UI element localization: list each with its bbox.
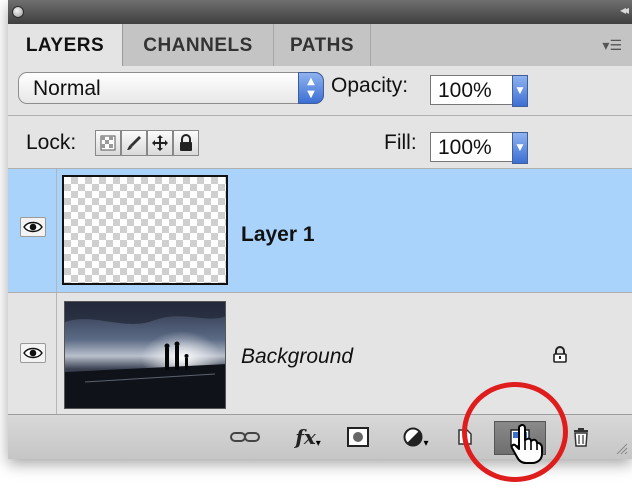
blend-mode-stepper-icon[interactable]: ▲ ▼ — [298, 72, 324, 104]
adjustment-layer-icon[interactable]: ▾ — [398, 425, 434, 449]
eye-icon[interactable] — [20, 343, 46, 363]
collapse-panel-icon[interactable]: ◂◂ — [620, 3, 629, 17]
panel-title-bar: ◂◂ — [8, 0, 632, 24]
background-photo-thumbnail — [64, 301, 226, 409]
layer-lock-icon — [553, 346, 567, 368]
layer-style-fx-icon[interactable]: fx ▾ — [290, 425, 326, 449]
add-mask-icon[interactable] — [346, 425, 370, 449]
fill-label: Fill: — [384, 131, 417, 154]
visibility-cell[interactable] — [8, 169, 57, 292]
link-layers-icon[interactable] — [228, 425, 262, 449]
tab-layers[interactable]: LAYERS — [8, 24, 123, 67]
trash-icon[interactable] — [568, 425, 594, 449]
lock-image-pixels-icon[interactable] — [121, 130, 147, 156]
resize-grip-icon[interactable] — [616, 443, 628, 455]
background-layer-name[interactable]: Background — [241, 345, 353, 369]
opacity-value: 100% — [438, 79, 492, 102]
blend-mode-value: Normal — [33, 77, 101, 100]
lock-label: Lock: — [26, 131, 77, 154]
opacity-dropdown-icon[interactable]: ▼ — [512, 75, 528, 107]
tab-paths[interactable]: PATHS — [274, 24, 371, 66]
lock-transparent-pixels-icon[interactable] — [95, 130, 121, 156]
blend-mode-select[interactable]: Normal ▲ ▼ — [18, 72, 324, 104]
layer-1-name[interactable]: Layer 1 — [241, 223, 315, 247]
close-panel-button[interactable] — [12, 6, 24, 18]
visibility-cell[interactable] — [8, 293, 57, 414]
layer-1-thumbnail — [62, 175, 228, 285]
divider — [8, 115, 632, 116]
layer-row-layer-1[interactable]: Layer 1 — [8, 169, 632, 292]
fill-value: 100% — [438, 136, 492, 159]
lock-position-icon[interactable] — [147, 130, 173, 156]
panel-tabs: LAYERS CHANNELS PATHS — [8, 24, 632, 67]
opacity-label: Opacity: — [331, 74, 409, 97]
panel-menu-icon[interactable]: ▾☰ — [602, 38, 622, 54]
eye-icon[interactable] — [20, 217, 46, 237]
lock-all-icon[interactable] — [173, 130, 199, 156]
fx-label: fx — [295, 425, 316, 449]
pointing-hand-cursor — [510, 423, 544, 469]
fill-dropdown-icon[interactable]: ▼ — [512, 132, 528, 164]
opacity-field[interactable]: 100% ▼ — [430, 75, 528, 107]
tab-channels[interactable]: CHANNELS — [123, 24, 274, 66]
fill-field[interactable]: 100% ▼ — [430, 132, 528, 164]
